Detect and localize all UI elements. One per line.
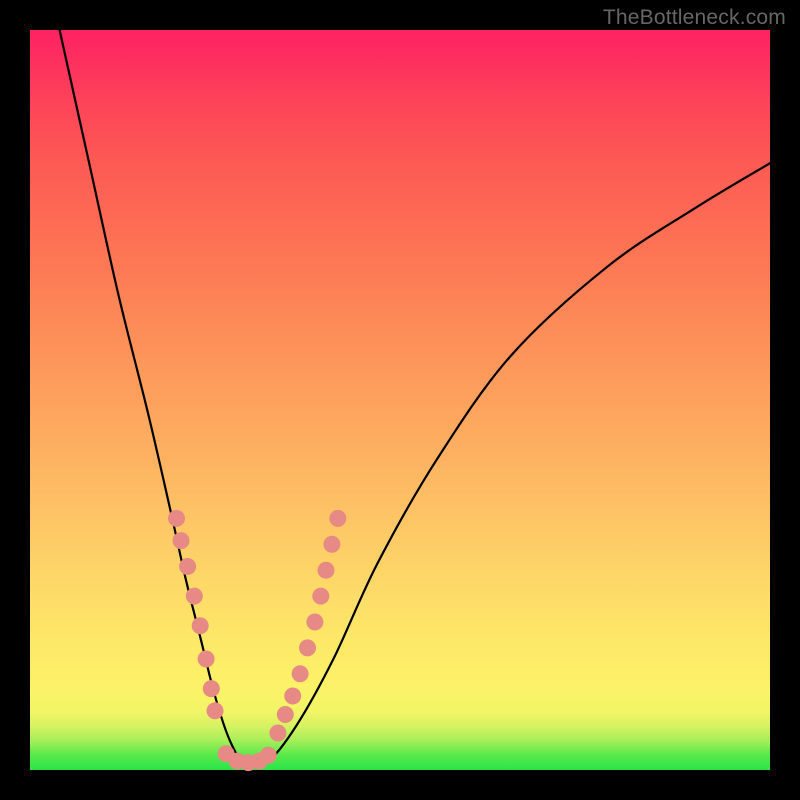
bead-marker [168, 510, 185, 527]
bead-marker [306, 614, 323, 631]
bead-marker [179, 558, 196, 575]
bead-group [168, 510, 346, 771]
plot-area [30, 30, 770, 770]
bead-marker [207, 702, 224, 719]
bead-marker [292, 665, 309, 682]
curve-svg [30, 30, 770, 770]
bead-marker [329, 510, 346, 527]
bead-marker [173, 532, 190, 549]
bead-marker [192, 617, 209, 634]
bottleneck-curve [60, 30, 770, 766]
watermark-text: TheBottleneck.com [603, 6, 786, 30]
bead-marker [198, 651, 215, 668]
bead-marker [323, 536, 340, 553]
bead-marker [312, 588, 329, 605]
bead-marker [203, 680, 220, 697]
bead-marker [269, 725, 286, 742]
bead-marker [284, 688, 301, 705]
bead-marker [260, 747, 277, 764]
bead-marker [318, 562, 335, 579]
chart-frame: TheBottleneck.com [0, 0, 800, 800]
bead-marker [277, 706, 294, 723]
bead-marker [299, 639, 316, 656]
bead-marker [186, 588, 203, 605]
